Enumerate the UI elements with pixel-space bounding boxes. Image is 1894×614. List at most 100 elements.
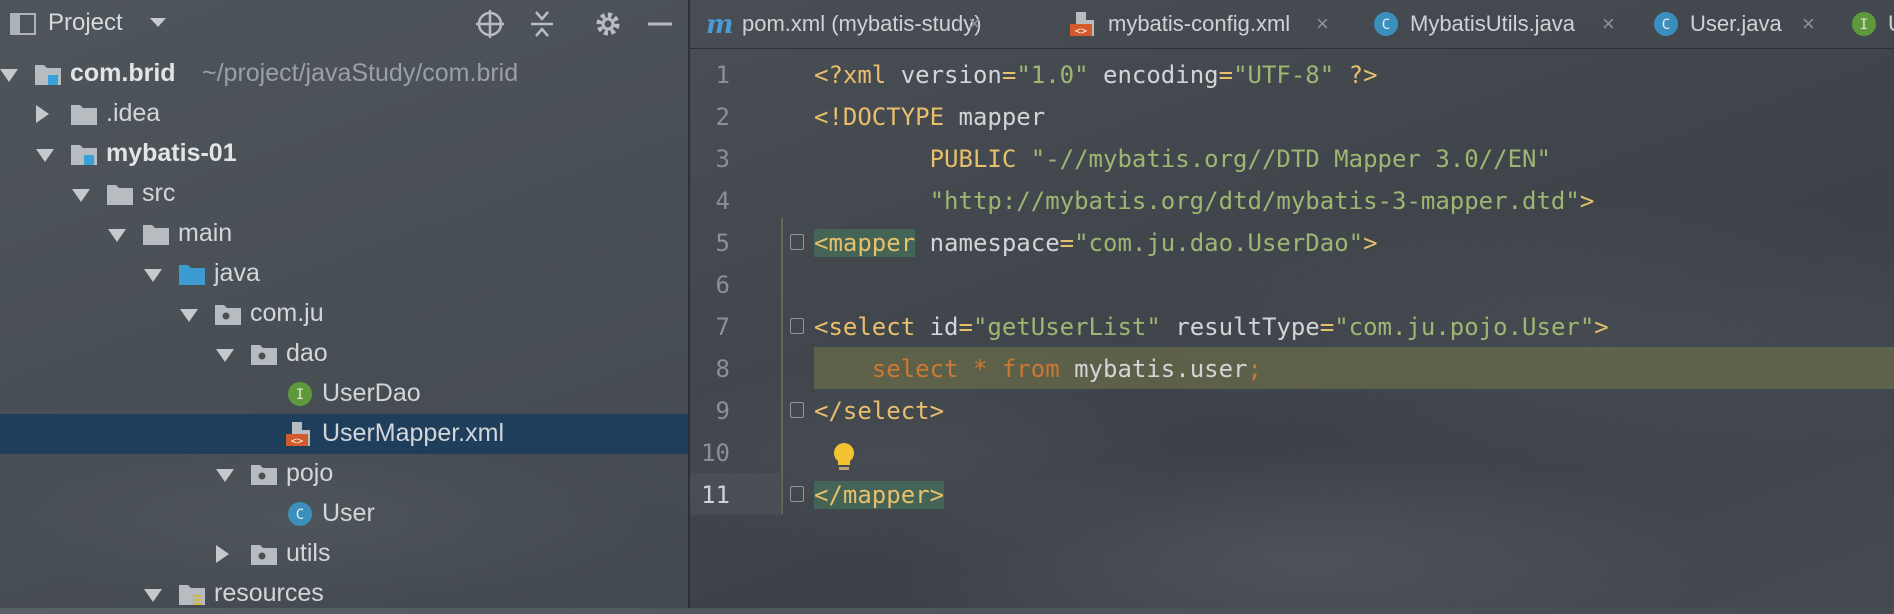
line-number[interactable]: 9 [690,397,730,425]
gear-icon[interactable] [592,8,624,40]
code-line[interactable]: 3 PUBLIC "-//mybatis.org//DTD Mapper 3.0… [690,137,1894,179]
code-token: = [1319,313,1335,341]
code-token: = [1218,61,1234,89]
svg-text:C: C [296,507,304,523]
code-text: <?xml version="1.0" encoding="UTF-8" ?> [814,61,1378,89]
code-text: PUBLIC "-//mybatis.org//DTD Mapper 3.0//… [814,145,1551,173]
code-token: mapper [958,103,1046,131]
folder-icon [143,225,169,245]
lightbulb-icon[interactable] [830,441,858,473]
xml-file-icon: <> [286,422,310,447]
tree-item-idea[interactable]: .idea [0,94,688,134]
code-token: * [972,355,1002,383]
tree-item-java[interactable]: java [0,254,688,294]
code-text: </mapper> [814,481,945,509]
line-number[interactable]: 6 [690,271,730,299]
code-token: "http://mybatis.org/dtd/mybatis-3-mapper… [814,187,1580,215]
fold-marker-icon[interactable] [790,318,804,334]
code-line[interactable]: 8 select * from mybatis.user; [690,347,1894,389]
line-number[interactable]: 1 [690,61,730,89]
line-number[interactable]: 2 [690,103,730,131]
expand-arrow-icon[interactable] [36,149,54,162]
code-line[interactable]: 5 <mapper namespace="com.ju.dao.UserDao"> [690,221,1894,263]
tree-item-main[interactable]: main [0,214,688,254]
collapsed-arrow-icon[interactable] [36,105,49,123]
panel-header: Project [0,0,688,48]
panel-title[interactable]: Project [48,9,123,37]
fold-marker-icon[interactable] [790,486,804,502]
svg-text:<>: <> [1075,26,1087,37]
locate-icon[interactable] [474,8,506,40]
tree-item-utils[interactable]: utils [0,534,688,574]
tree-item-dao[interactable]: dao [0,334,688,374]
code-line[interactable]: 7 <select id="getUserList" resultType="co… [690,305,1894,347]
maven-icon: m [706,11,732,37]
svg-text:I: I [1860,17,1868,33]
expand-arrow-icon[interactable] [108,229,126,242]
minimize-icon[interactable] [644,8,676,40]
code-token: = [1059,229,1075,257]
code-line[interactable]: 9 </select> [690,389,1894,431]
expand-arrow-icon[interactable] [216,349,234,362]
tree-item-label: UserMapper.xml [322,419,504,447]
class-icon: C [1654,12,1678,36]
editor-tab-bar: m pom.xml (mybatis-study) × <> mybatis-c… [690,0,1894,49]
expand-arrow-icon[interactable] [216,469,234,482]
line-number[interactable]: 4 [690,187,730,215]
close-icon[interactable]: × [1802,11,1815,37]
chevron-down-icon[interactable] [150,18,166,27]
tree-item-userdao[interactable]: I UserDao [0,374,688,414]
package-icon [251,465,277,485]
class-icon: C [1374,12,1398,36]
expand-arrow-icon[interactable] [144,589,162,602]
code-token: </select> [814,397,945,425]
tree-item-label: src [142,179,176,207]
expand-arrow-icon[interactable] [72,189,90,202]
fold-marker-icon[interactable] [790,234,804,250]
code-token: "-//mybatis.org//DTD Mapper 3.0//EN" [1030,145,1551,173]
expand-arrow-icon[interactable] [180,309,198,322]
code-token: </mapper> [814,481,945,509]
code-token: "1.0" [1016,61,1089,89]
line-number[interactable]: 8 [690,355,730,383]
tree-item-mybatis-01[interactable]: mybatis-01 [0,134,688,174]
code-token: resultType [1160,313,1320,341]
package-icon [251,545,277,565]
tab-label: U [1888,11,1894,37]
tree-item-com-brid[interactable]: com.brid ~/project/javaStudy/com.brid [0,54,688,94]
tree-item-pojo[interactable]: pojo [0,454,688,494]
tree-item-path: ~/project/javaStudy/com.brid [202,59,519,87]
tree-item-src[interactable]: src [0,174,688,214]
line-number[interactable]: 5 [690,229,730,257]
code-line[interactable]: 10 [690,431,1894,473]
expand-arrow-icon[interactable] [0,69,18,82]
close-icon[interactable]: × [968,11,981,37]
tree-item-usermapper-xml[interactable]: <> UserMapper.xml [0,414,688,454]
line-number[interactable]: 7 [690,313,730,341]
collapsed-arrow-icon[interactable] [216,545,229,563]
code-token: version [900,61,1002,89]
code-line[interactable]: 6 [690,263,1894,305]
tree-item-resources[interactable]: resources [0,574,688,614]
project-window-icon [10,13,36,35]
line-number[interactable]: 3 [690,145,730,173]
expand-arrow-icon[interactable] [144,269,162,282]
code-line[interactable]: 2 <!DOCTYPE mapper [690,95,1894,137]
tree-item-label: utils [286,539,331,567]
tab-label: pom.xml (mybatis-study) [742,11,982,36]
fold-marker-icon[interactable] [790,402,804,418]
code-line[interactable]: 11 </mapper> [690,473,1894,515]
tree-item-user[interactable]: C User [0,494,688,534]
svg-text:C: C [1662,17,1670,33]
code-line[interactable]: 4 "http://mybatis.org/dtd/mybatis-3-mapp… [690,179,1894,221]
line-number[interactable]: 11 [690,481,730,509]
tree-item-com-ju[interactable]: com.ju [0,294,688,334]
code-line[interactable]: 1 <?xml version="1.0" encoding="UTF-8" ?> [690,53,1894,95]
tree-item-label: UserDao [322,379,421,407]
close-icon[interactable]: × [1316,11,1329,37]
line-number[interactable]: 10 [690,439,730,467]
code-token: > [1594,313,1609,341]
close-icon[interactable]: × [1602,11,1615,37]
collapse-all-icon[interactable] [526,8,558,40]
code-token: ; [1247,355,1262,383]
